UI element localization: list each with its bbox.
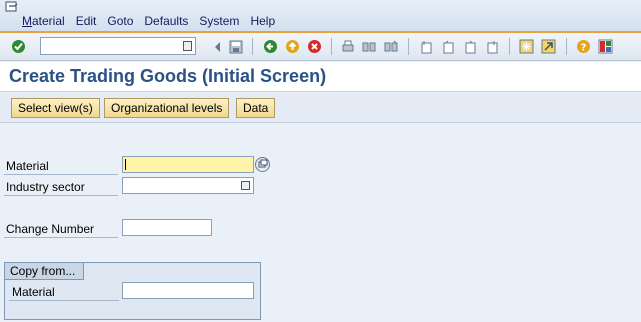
material-input[interactable]: [122, 156, 254, 173]
back-icon[interactable]: [262, 38, 279, 55]
change-number-label: Change Number: [6, 222, 95, 236]
toolbar-separator: [566, 38, 567, 55]
menu-system[interactable]: System: [199, 14, 239, 28]
application-toolbar: Select view(s) Organizational levels Dat…: [0, 93, 641, 123]
industry-sector-select[interactable]: [122, 177, 254, 194]
find-next-icon[interactable]: [382, 38, 399, 55]
exit-icon[interactable]: [284, 38, 301, 55]
enter-icon[interactable]: [10, 38, 27, 55]
next-page-icon[interactable]: [461, 38, 478, 55]
system-menu-icon[interactable]: [5, 1, 19, 13]
copy-from-group: Copy from... Material: [4, 262, 261, 320]
command-field[interactable]: [40, 37, 196, 55]
menu-material[interactable]: Material: [22, 14, 65, 28]
create-session-icon[interactable]: [518, 38, 535, 55]
industry-sector-label: Industry sector: [6, 180, 85, 194]
page-title: Create Trading Goods (Initial Screen): [9, 66, 327, 86]
help-icon[interactable]: ?: [575, 38, 592, 55]
change-number-input[interactable]: [122, 219, 212, 236]
material-label: Material: [6, 159, 49, 173]
previous-page-icon[interactable]: [439, 38, 456, 55]
menu-help[interactable]: Help: [250, 14, 275, 28]
shortcut-icon[interactable]: [540, 38, 557, 55]
menu-goto[interactable]: Goto: [107, 14, 133, 28]
main-area: Material Industry sector Change Number C…: [0, 124, 641, 322]
print-icon[interactable]: [339, 38, 356, 55]
collapse-arrow-icon[interactable]: [208, 38, 225, 55]
text-cursor: [125, 159, 126, 170]
select-views-button[interactable]: Select view(s): [11, 98, 100, 118]
search-help-icon: [258, 159, 268, 168]
copy-material-label: Material: [12, 285, 55, 299]
last-page-icon[interactable]: [483, 38, 500, 55]
menu-defaults[interactable]: Defaults: [144, 14, 188, 28]
copy-from-title: Copy from...: [5, 263, 85, 280]
data-button[interactable]: Data: [236, 98, 276, 118]
toolbar-separator: [331, 38, 332, 55]
toolbar-separator: [408, 38, 409, 55]
customize-layout-icon[interactable]: [597, 38, 614, 55]
menu-bar: Material Edit Goto Defaults System Help: [0, 0, 641, 33]
svg-text:?: ?: [581, 43, 587, 54]
save-icon[interactable]: [227, 38, 244, 55]
label-underline: [4, 174, 118, 175]
label-underline: [9, 300, 119, 301]
title-bar: Create Trading Goods (Initial Screen): [0, 62, 641, 92]
toolbar-separator: [509, 38, 510, 55]
find-icon[interactable]: [360, 38, 377, 55]
label-underline: [4, 195, 118, 196]
toolbar-separator: [252, 38, 253, 55]
search-help-button[interactable]: [255, 157, 270, 172]
dropdown-icon[interactable]: [241, 181, 250, 190]
cancel-icon[interactable]: [306, 38, 323, 55]
standard-toolbar: ?: [0, 33, 641, 61]
organizational-levels-button[interactable]: Organizational levels: [104, 98, 230, 118]
menu-edit[interactable]: Edit: [76, 14, 97, 28]
copy-material-input[interactable]: [122, 282, 254, 299]
label-underline: [4, 237, 118, 238]
command-history-icon[interactable]: [183, 41, 192, 51]
first-page-icon[interactable]: [417, 38, 434, 55]
